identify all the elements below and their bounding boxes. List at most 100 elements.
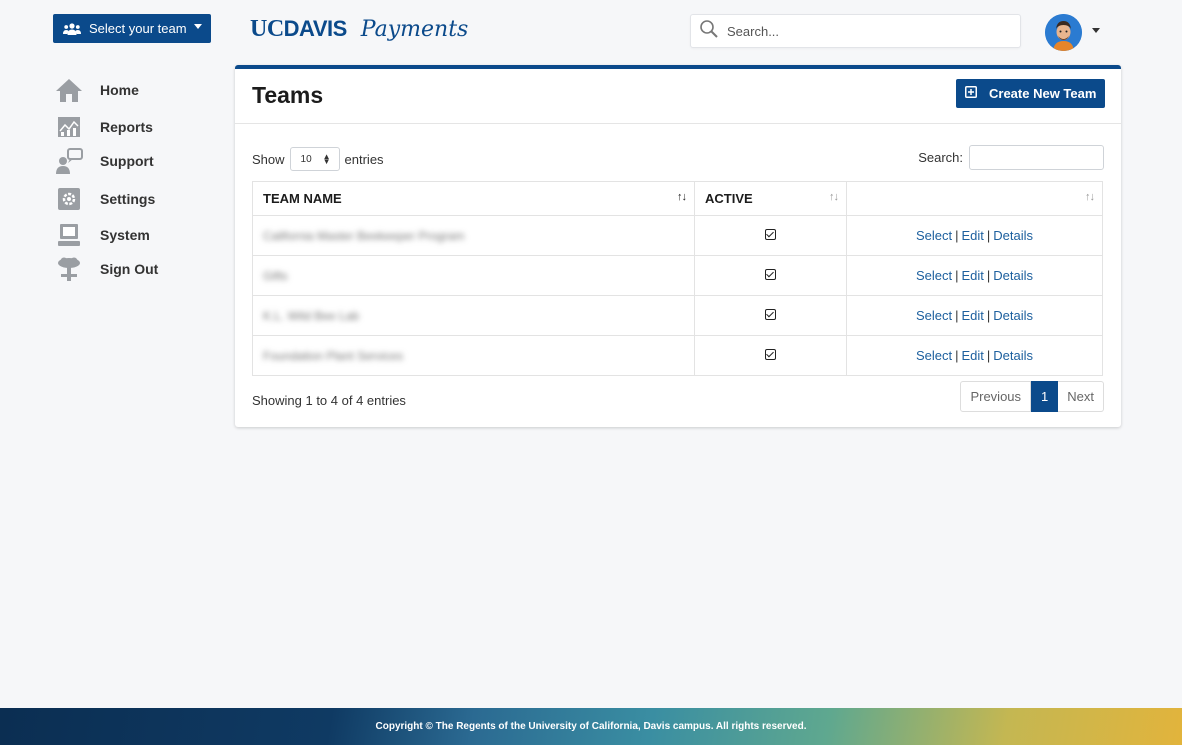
sidebar-item-label: Support [100,153,154,169]
sidebar-item-label: Reports [100,119,153,135]
table-search-input[interactable] [969,145,1104,170]
select-link[interactable]: Select [916,268,952,283]
checked-checkbox-icon [765,349,776,360]
table-controls: Show 10 ▲ ▼ entries Search: [252,143,1104,171]
logo-uc: UC [250,16,284,42]
edit-link[interactable]: Edit [961,228,983,243]
actions-cell: Select | Edit | Details [846,215,1103,256]
user-menu-chevron-icon[interactable] [1092,28,1100,33]
team-name: K.L. Wild Bee Lab [263,309,360,323]
page-1-button[interactable]: 1 [1031,381,1059,412]
global-search [690,14,1021,48]
sign-out-icon [55,255,83,283]
entries-label: entries [344,151,384,167]
checked-checkbox-icon [765,229,776,240]
table-row: Foundation Plant Services Select | Edit | De… [252,335,1103,376]
sort-icon: ↑↓ [677,191,687,203]
previous-page-button[interactable]: Previous [960,381,1032,412]
select-arrows-icon: ▲ ▼ [322,152,331,166]
show-label: Show [252,151,285,167]
details-link[interactable]: Details [993,268,1033,283]
table-search-label: Search: [918,150,963,165]
sidebar-item-label: Sign Out [100,261,159,277]
create-new-team-label: Create New Team [989,86,1097,101]
create-new-team-button[interactable]: Create New Team [956,79,1105,108]
support-icon [55,147,83,175]
page-title: Teams [252,82,324,108]
sidebar-item-label: System [100,227,150,243]
actions-cell: Select | Edit | Details [846,295,1103,336]
edit-link[interactable]: Edit [961,308,983,323]
home-icon [55,76,83,104]
sort-icon: ↑↓ [829,191,839,203]
chevron-down-icon [193,24,202,29]
team-name-cell: Gifts [252,255,695,296]
plus-square-icon [965,86,977,101]
settings-icon [55,185,83,213]
copyright-text: Copyright © The Regents of the Universit… [375,721,807,732]
table-header-row: TEAM NAME ↑↓ ACTIVE ↑↓ ↑↓ [252,181,1103,216]
sidebar-item-reports[interactable]: Reports [55,109,225,145]
pagination: Previous 1 Next [960,381,1104,412]
details-link[interactable]: Details [993,308,1033,323]
sidebar-nav: Home Reports Support Settings System Sig… [55,72,225,287]
logo-davis: DAVIS [283,16,348,41]
actions-cell: Select | Edit | Details [846,335,1103,376]
system-icon [55,221,83,249]
details-link[interactable]: Details [993,228,1033,243]
team-name-cell: California Master Beekeeper Program [252,215,695,256]
details-link[interactable]: Details [993,348,1033,363]
actions-cell: Select | Edit | Details [846,255,1103,296]
team-icon [63,22,81,35]
global-search-input[interactable] [727,23,997,39]
checked-checkbox-icon [765,309,776,320]
active-cell [694,215,847,256]
sidebar-item-settings[interactable]: Settings [55,181,225,217]
card-header: Teams Create New Team [235,69,1121,124]
ucdavis-payments-logo[interactable]: UC DAVIS Payments [250,16,468,43]
entries-select[interactable]: 10 ▲ ▼ [289,147,340,171]
sidebar-item-support[interactable]: Support [55,143,225,179]
team-name: California Master Beekeeper Program [263,229,465,243]
reports-icon [55,113,83,141]
footer: Copyright © The Regents of the Universit… [0,708,1182,745]
column-header-active[interactable]: ACTIVE ↑↓ [694,181,847,216]
search-icon [699,19,719,44]
team-name-cell: Foundation Plant Services [252,335,695,376]
column-header-actions[interactable]: ↑↓ [846,181,1103,216]
logo-payments: Payments [360,17,469,42]
table-row: K.L. Wild Bee Lab Select | Edit | Details [252,295,1103,336]
team-name: Foundation Plant Services [263,349,404,363]
table-row: Gifts Select | Edit | Details [252,255,1103,296]
sidebar-item-label: Home [100,82,139,98]
active-cell [694,295,847,336]
table-row: California Master Beekeeper Program Sele… [252,215,1103,256]
edit-link[interactable]: Edit [961,268,983,283]
next-page-button[interactable]: Next [1058,381,1104,412]
select-team-dropdown[interactable]: Select your team [53,14,211,43]
sidebar-item-home[interactable]: Home [55,72,225,108]
sort-icon: ↑↓ [1085,191,1095,203]
edit-link[interactable]: Edit [961,348,983,363]
sidebar-item-system[interactable]: System [55,217,225,253]
select-team-label: Select your team [89,21,187,36]
select-link[interactable]: Select [916,348,952,363]
column-header-label: TEAM NAME [263,191,342,206]
column-header-team-name[interactable]: TEAM NAME ↑↓ [252,181,695,216]
user-avatar[interactable] [1045,14,1082,51]
select-link[interactable]: Select [916,308,952,323]
table-search: Search: [918,145,1104,170]
sidebar-item-sign-out[interactable]: Sign Out [55,251,225,287]
team-name: Gifts [263,269,288,283]
entries-length-control: Show 10 ▲ ▼ entries [252,147,384,171]
table-info: Showing 1 to 4 of 4 entries [252,393,406,408]
sidebar-item-label: Settings [100,191,156,207]
teams-card: Teams Create New Team Show 10 ▲ ▼ entries… [235,65,1121,427]
select-link[interactable]: Select [916,228,952,243]
column-header-label: ACTIVE [705,191,753,206]
team-name-cell: K.L. Wild Bee Lab [252,295,695,336]
active-cell [694,335,847,376]
active-cell [694,255,847,296]
teams-table: TEAM NAME ↑↓ ACTIVE ↑↓ ↑↓ California Mas… [252,181,1103,376]
checked-checkbox-icon [765,269,776,280]
